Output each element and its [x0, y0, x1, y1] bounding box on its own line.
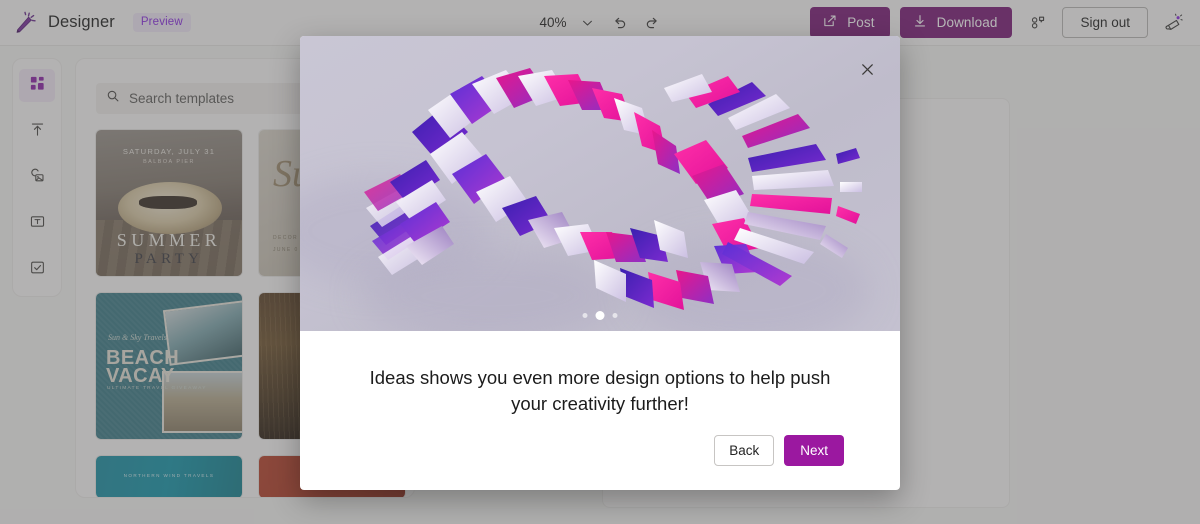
modal-message: Ideas shows you even more design options…: [340, 357, 860, 418]
carousel-dot-1[interactable]: [583, 313, 588, 318]
modal-actions: Back Next: [340, 435, 860, 472]
abstract-3d-ribbon-shards-graphic: [300, 36, 900, 331]
close-icon[interactable]: [852, 54, 882, 84]
modal-body: Ideas shows you even more design options…: [300, 331, 900, 490]
carousel-dots: [583, 311, 618, 320]
carousel-dot-3[interactable]: [613, 313, 618, 318]
designer-app: Designer Preview 40%: [0, 0, 1200, 524]
carousel-dot-2[interactable]: [596, 311, 605, 320]
onboarding-modal: Ideas shows you even more design options…: [300, 36, 900, 490]
hero-image: [300, 36, 900, 331]
back-button[interactable]: Back: [714, 435, 774, 466]
next-button[interactable]: Next: [784, 435, 844, 466]
